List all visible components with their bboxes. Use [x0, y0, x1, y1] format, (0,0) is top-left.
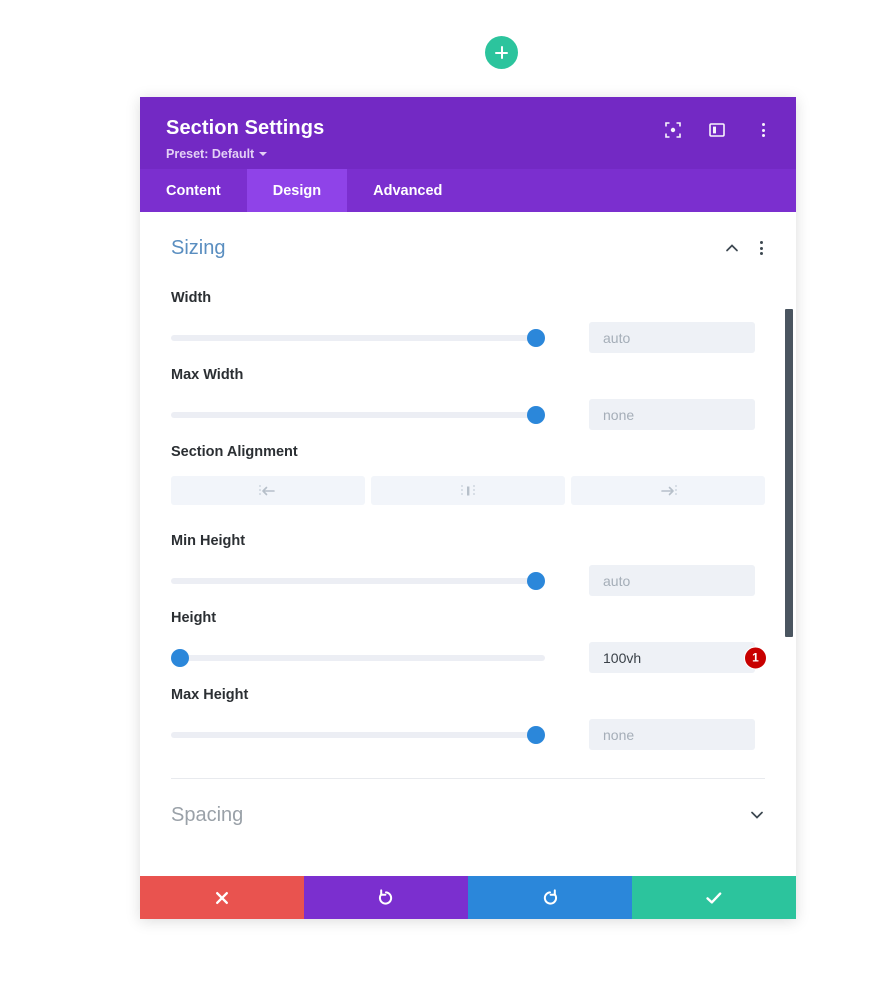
plus-icon — [495, 46, 508, 59]
width-slider[interactable] — [171, 328, 545, 347]
modal-tabs: Content Design Advanced — [140, 169, 796, 212]
field-label-max-width: Max Width — [171, 367, 244, 383]
min-height-value-field[interactable]: auto — [589, 565, 755, 596]
max-height-slider[interactable] — [171, 725, 545, 744]
modal-footer — [140, 876, 796, 919]
close-icon — [216, 891, 228, 904]
align-center-icon — [461, 484, 475, 497]
scrollbar-thumb[interactable] — [785, 309, 793, 637]
align-left-button[interactable] — [171, 476, 365, 505]
field-label-section-alignment: Section Alignment — [171, 444, 298, 460]
page-title: Section Settings — [166, 117, 325, 139]
field-label-max-height: Max Height — [171, 687, 249, 703]
redo-button[interactable] — [468, 876, 632, 919]
slider-track — [171, 577, 545, 584]
kebab-menu-icon[interactable] — [752, 119, 774, 141]
tab-content[interactable]: Content — [140, 169, 247, 212]
add-section-button[interactable] — [485, 36, 518, 69]
slider-track — [171, 334, 545, 341]
status-badge[interactable]: 1 — [744, 646, 767, 669]
width-value-field[interactable]: auto — [589, 322, 755, 353]
slider-knob[interactable] — [527, 328, 545, 347]
section-title-sizing: Sizing — [171, 236, 226, 259]
chevron-up-icon[interactable] — [724, 240, 740, 256]
min-height-value: auto — [603, 572, 631, 589]
slider-knob[interactable] — [527, 405, 545, 424]
field-max-width: Max Width none — [171, 367, 765, 430]
slider-track — [171, 654, 545, 661]
modal-header: Section Settings Preset: Default — [140, 97, 796, 169]
check-icon — [706, 891, 722, 904]
width-value: auto — [603, 329, 631, 346]
field-label-height: Height — [171, 610, 217, 626]
height-value: 100vh — [603, 649, 642, 666]
align-right-button[interactable] — [571, 476, 765, 505]
max-width-value-field[interactable]: none — [589, 399, 755, 430]
slider-track — [171, 731, 545, 738]
height-slider[interactable] — [171, 648, 545, 667]
focus-icon[interactable] — [664, 121, 682, 139]
section-title-spacing: Spacing — [171, 803, 244, 826]
height-value-field[interactable]: 100vh 1 — [589, 642, 767, 673]
section-header-sizing[interactable]: Sizing — [171, 212, 765, 276]
field-height: Height 100vh 1 — [171, 610, 767, 673]
scrollbar[interactable] — [785, 212, 793, 876]
undo-button[interactable] — [304, 876, 468, 919]
field-label-width: Width — [171, 290, 212, 306]
align-right-icon — [661, 484, 677, 497]
field-max-height: Max Height none — [171, 687, 765, 750]
section-settings-modal: Section Settings Preset: Default Content… — [140, 97, 796, 919]
max-height-value-field[interactable]: none — [589, 719, 755, 750]
max-height-value: none — [603, 726, 635, 743]
tab-advanced[interactable]: Advanced — [347, 169, 468, 212]
align-center-button[interactable] — [371, 476, 565, 505]
undo-icon — [378, 888, 393, 905]
modal-body: Sizing Width auto Max Width none Section… — [140, 212, 796, 876]
redo-icon — [543, 888, 558, 905]
layout-panel-icon[interactable] — [708, 121, 726, 139]
section-kebab-menu-icon[interactable] — [758, 239, 765, 257]
align-left-icon — [259, 484, 275, 497]
preset-selector[interactable]: Preset: Default — [166, 147, 268, 161]
section-header-spacing[interactable]: Spacing — [171, 779, 765, 843]
slider-knob[interactable] — [527, 725, 545, 744]
slider-knob[interactable] — [171, 648, 189, 667]
header-icon-group — [664, 119, 774, 141]
section-alignment-group — [171, 476, 765, 505]
settings-scroll-area: Sizing Width auto Max Width none Section… — [140, 212, 796, 876]
field-width: Width auto — [171, 290, 765, 353]
save-button[interactable] — [632, 876, 796, 919]
slider-knob[interactable] — [527, 571, 545, 590]
field-min-height: Min Height auto — [171, 533, 765, 596]
min-height-slider[interactable] — [171, 571, 545, 590]
cancel-button[interactable] — [140, 876, 304, 919]
max-width-value: none — [603, 406, 635, 423]
max-width-slider[interactable] — [171, 405, 545, 424]
chevron-down-icon[interactable] — [749, 807, 765, 823]
tab-design[interactable]: Design — [246, 169, 348, 212]
field-section-alignment: Section Alignment — [171, 444, 765, 505]
field-label-min-height: Min Height — [171, 533, 246, 549]
preset-label: Preset: Default — [166, 147, 255, 161]
slider-track — [171, 411, 545, 418]
chevron-down-icon — [259, 152, 268, 156]
